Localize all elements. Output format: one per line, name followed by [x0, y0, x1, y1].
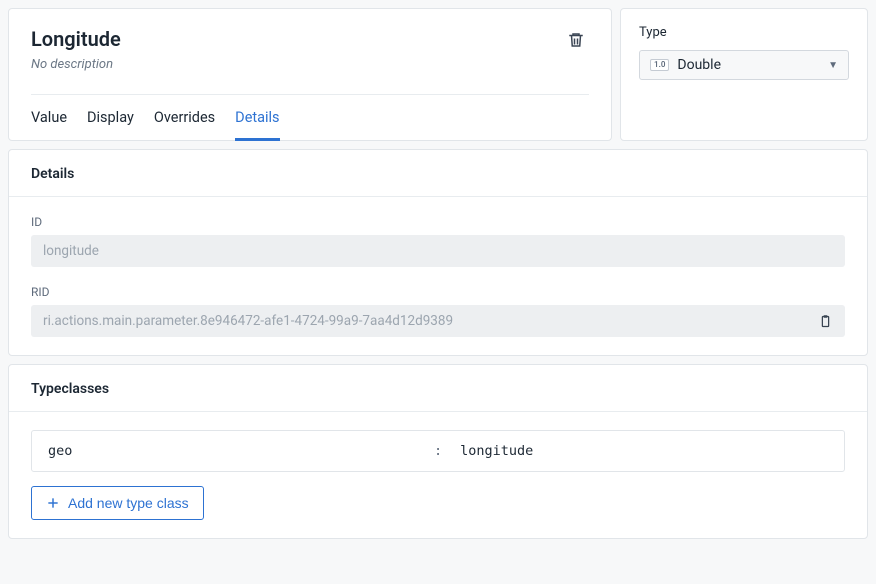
type-label: Type [639, 25, 849, 40]
page-title: Longitude [31, 27, 121, 51]
rid-label: RID [31, 285, 845, 299]
tab-overrides[interactable]: Overrides [154, 95, 215, 141]
trash-icon [567, 31, 585, 49]
clipboard-icon [818, 314, 833, 329]
add-typeclass-label: Add new type class [68, 495, 189, 511]
typeclass-colon: : [416, 443, 460, 459]
typeclasses-section: Typeclasses geo : longitude Add new type… [8, 364, 868, 539]
typeclass-key: geo [48, 443, 416, 459]
chevron-down-icon: ▼ [828, 60, 838, 71]
plus-icon [46, 496, 60, 510]
type-select[interactable]: 1.0 Double ▼ [639, 50, 849, 80]
type-badge-icon: 1.0 [650, 59, 669, 71]
tabs: Value Display Overrides Details [31, 94, 589, 140]
id-field: longitude [31, 235, 845, 267]
typeclasses-section-title: Typeclasses [9, 365, 867, 411]
type-panel: Type 1.0 Double ▼ [620, 8, 868, 141]
description-text: No description [31, 57, 121, 72]
rid-field: ri.actions.main.parameter.8e946472-afe1-… [31, 305, 845, 337]
typeclass-row: geo : longitude [31, 430, 845, 472]
delete-button[interactable] [563, 27, 589, 53]
type-select-value: Double [677, 57, 721, 73]
typeclass-value: longitude [460, 443, 828, 459]
tab-value[interactable]: Value [31, 95, 67, 141]
rid-value: ri.actions.main.parameter.8e946472-afe1-… [43, 313, 453, 329]
details-section-title: Details [9, 150, 867, 196]
id-label: ID [31, 215, 845, 229]
copy-rid-button[interactable] [818, 314, 833, 329]
header-panel: Longitude No description Value Display O… [8, 8, 612, 141]
tab-display[interactable]: Display [87, 95, 134, 141]
id-value: longitude [43, 243, 99, 259]
add-typeclass-button[interactable]: Add new type class [31, 486, 204, 520]
tab-details[interactable]: Details [235, 95, 279, 141]
details-section: Details ID longitude RID ri.actions.main… [8, 149, 868, 356]
